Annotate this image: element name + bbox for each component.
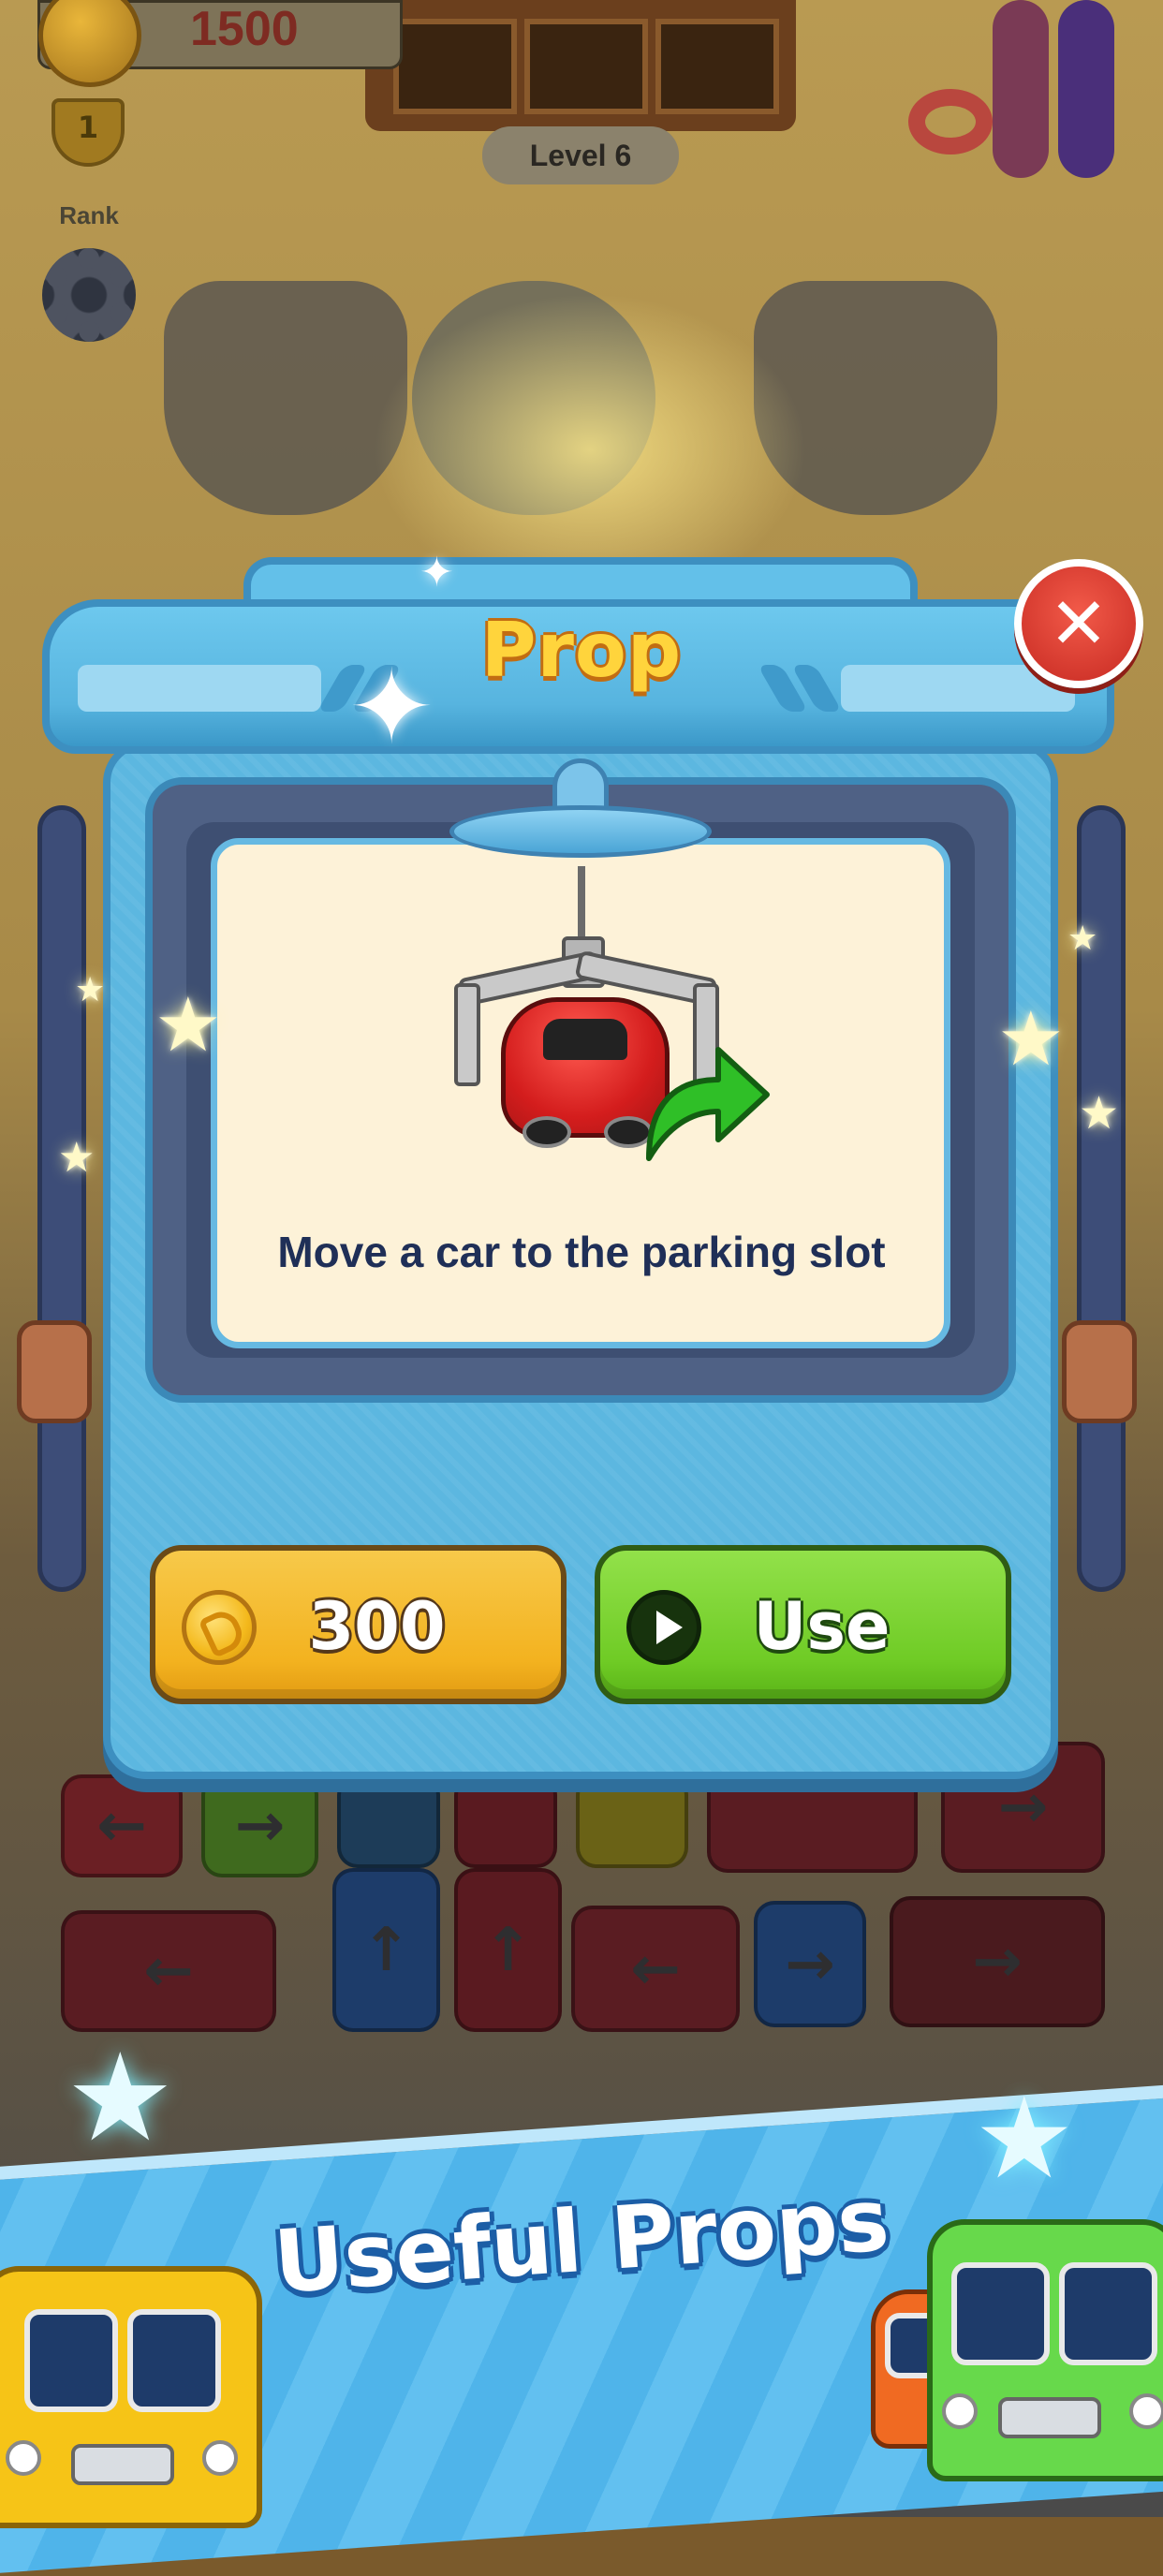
bus[interactable]: →	[890, 1896, 1105, 2027]
surfboard	[1058, 0, 1114, 178]
bus-light	[942, 2393, 978, 2429]
rank-label: Rank	[59, 201, 119, 229]
bus[interactable]: ←	[571, 1906, 740, 2032]
close-button[interactable]: ✕	[1014, 559, 1143, 688]
use-button[interactable]: Use	[595, 1545, 1011, 1704]
green-arrow-icon	[646, 1047, 770, 1161]
claw-lamp	[449, 758, 712, 871]
life-ring	[908, 89, 993, 155]
prop-description: Move a car to the parking slot	[277, 1228, 886, 1276]
beach-hut	[365, 0, 796, 131]
gear-icon[interactable]	[42, 248, 136, 342]
car[interactable]: ↑	[454, 1868, 562, 2032]
rank-value: 1	[77, 110, 99, 145]
car[interactable]: ↑	[332, 1868, 440, 2032]
green-bus	[927, 2219, 1163, 2481]
buy-with-coins-button[interactable]: 300	[150, 1545, 567, 1704]
price-label: 300	[308, 1588, 446, 1665]
coin-amount: 1500	[190, 2, 299, 56]
trophy-icon: 1	[52, 98, 125, 167]
bus-grill	[71, 2444, 174, 2485]
lamp-plate	[449, 805, 712, 858]
bus-light	[6, 2440, 41, 2476]
star-icon: ★	[1067, 920, 1098, 958]
car-wheel	[523, 1116, 571, 1148]
star-icon: ★	[58, 1134, 96, 1182]
car[interactable]	[454, 1774, 557, 1868]
popup-strap	[37, 805, 86, 1592]
star-icon: ★	[155, 981, 222, 1068]
car[interactable]: ←	[61, 1774, 183, 1877]
close-icon: ✕	[1049, 581, 1109, 665]
car[interactable]	[337, 1774, 440, 1868]
strap-buckle	[17, 1320, 92, 1423]
star-icon: ★	[66, 2026, 175, 2169]
bus-window	[1059, 2262, 1157, 2365]
rank-button[interactable]: 1 Rank	[37, 98, 131, 229]
car[interactable]: →	[201, 1774, 318, 1877]
bus-window	[24, 2309, 118, 2412]
use-label: Use	[753, 1588, 891, 1665]
car-window	[543, 1019, 627, 1060]
claw-leg	[454, 983, 480, 1086]
bus-light	[202, 2440, 238, 2476]
yellow-bus	[0, 2266, 262, 2528]
sparkle-icon: ✦	[348, 647, 435, 767]
level-indicator: Level 6	[482, 126, 679, 184]
bus-window	[127, 2309, 221, 2412]
bus-grill	[998, 2397, 1101, 2438]
bus[interactable]: ←	[61, 1910, 276, 2032]
sparkle-icon: ✦	[420, 549, 454, 596]
strap-buckle	[1062, 1320, 1137, 1423]
star-icon: ★	[75, 971, 106, 1009]
coin-counter: 1500	[37, 0, 403, 87]
popup-title: Prop	[480, 607, 683, 694]
car[interactable]: →	[754, 1901, 866, 2027]
star-icon: ★	[1079, 1087, 1120, 1140]
star-icon: ★	[997, 995, 1065, 1082]
bus-light	[1129, 2393, 1163, 2429]
surfboard	[993, 0, 1049, 178]
car[interactable]	[576, 1774, 688, 1868]
bus-window	[951, 2262, 1050, 2365]
